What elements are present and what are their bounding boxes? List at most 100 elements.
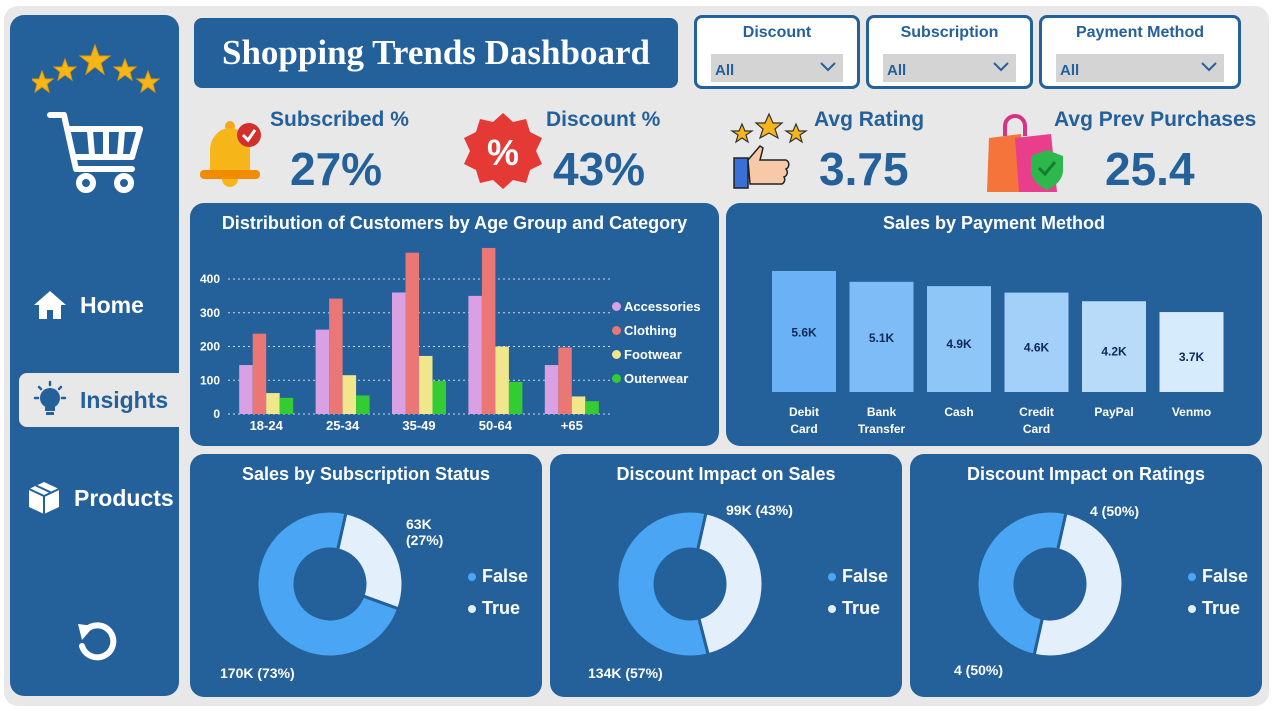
x-tick-label: Cash bbox=[944, 405, 973, 419]
discount-dropdown-value: All bbox=[715, 62, 735, 79]
kpi-prev-purchases-label: Avg Prev Purchases bbox=[1054, 108, 1257, 131]
x-tick-label: 25-34 bbox=[326, 418, 360, 433]
subscription-donut-panel: Sales by Subscription Status 63K (27%) 1… bbox=[190, 454, 542, 697]
percent-badge-icon: % bbox=[464, 113, 542, 189]
legend-false[interactable]: False bbox=[1188, 566, 1248, 587]
data-label: 4.9K bbox=[946, 337, 972, 351]
kpi-subscribed-label: Subscribed % bbox=[270, 108, 409, 131]
bar-accessories[interactable] bbox=[468, 295, 482, 414]
bar-clothing[interactable] bbox=[252, 333, 267, 414]
bar-outerwear[interactable] bbox=[585, 401, 599, 414]
bar-accessories[interactable] bbox=[315, 329, 330, 414]
home-icon bbox=[34, 291, 66, 319]
payment-method-dropdown-value: All bbox=[1060, 62, 1080, 79]
kpi-prev-purchases-value: 25.4 bbox=[1105, 143, 1195, 195]
y-tick-label: 300 bbox=[200, 306, 220, 320]
legend-false[interactable]: False bbox=[828, 566, 888, 587]
payment-method-slicer-label: Payment Method bbox=[1075, 24, 1204, 41]
chevron-down-icon bbox=[820, 62, 836, 72]
bar-footwear[interactable] bbox=[266, 393, 280, 414]
bar-outerwear[interactable] bbox=[279, 397, 294, 414]
bar-outerwear[interactable] bbox=[508, 381, 523, 414]
bar-outerwear[interactable] bbox=[356, 395, 370, 414]
y-tick-label: 200 bbox=[200, 340, 220, 354]
y-tick-label: 0 bbox=[213, 407, 220, 421]
kpi-rating-value: 3.75 bbox=[819, 143, 909, 195]
legend-outerwear[interactable]: Outerwear bbox=[612, 371, 688, 386]
box-icon bbox=[28, 482, 60, 514]
donut-label-true: 99K (43%) bbox=[726, 502, 793, 518]
bar-accessories[interactable] bbox=[239, 365, 253, 414]
data-label: 4.2K bbox=[1101, 345, 1127, 359]
y-tick-label: 100 bbox=[200, 373, 220, 387]
shopping-bag-icon bbox=[987, 114, 1063, 192]
chevron-down-icon bbox=[993, 62, 1009, 72]
legend-true[interactable]: True bbox=[1188, 598, 1240, 619]
discount-ratings-donut-panel: Discount Impact on Ratings 4 (50%) 4 (50… bbox=[910, 454, 1262, 697]
bar-clothing[interactable] bbox=[558, 347, 572, 414]
nav-insights[interactable]: Insights bbox=[19, 373, 179, 427]
y-tick-label: 400 bbox=[200, 272, 220, 286]
payment-method-slicer: Payment Method All bbox=[1039, 15, 1241, 89]
kpi-subscribed-value: 27% bbox=[290, 143, 383, 195]
subscription-slicer-label: Subscription bbox=[900, 24, 999, 41]
legend-clothing[interactable]: Clothing bbox=[612, 323, 677, 338]
nav-products[interactable]: Products bbox=[24, 471, 179, 525]
refresh-icon[interactable] bbox=[72, 618, 120, 666]
subscription-dropdown[interactable]: All bbox=[883, 54, 1016, 82]
payment-method-chart-panel: Sales by Payment Method 5.6K Debit Card 5.1… bbox=[726, 203, 1262, 446]
x-tick-label: 18-24 bbox=[250, 418, 284, 433]
data-label: 5.6K bbox=[791, 326, 817, 340]
age-category-chart-panel: Distribution of Customers by Age Group a… bbox=[190, 203, 719, 446]
x-tick-label: Card bbox=[790, 422, 817, 436]
legend-footwear[interactable]: Footwear bbox=[612, 347, 682, 362]
x-tick-label: Transfer bbox=[858, 422, 906, 436]
bell-icon bbox=[200, 121, 261, 187]
donut-slice-true[interactable] bbox=[335, 510, 405, 611]
bar-footwear[interactable] bbox=[419, 355, 433, 414]
x-tick-label: PayPal bbox=[1094, 405, 1133, 419]
data-label: 3.7K bbox=[1179, 350, 1205, 364]
x-tick-label: 35-49 bbox=[402, 418, 435, 433]
bar-clothing[interactable] bbox=[405, 252, 420, 414]
bar-footwear[interactable] bbox=[342, 375, 357, 414]
donut-label-true: 4 (50%) bbox=[1090, 503, 1140, 519]
discount-slicer: Discount All bbox=[694, 15, 860, 89]
shopping-cart-icon bbox=[47, 112, 143, 193]
donut-label-false: 134K (57%) bbox=[588, 665, 663, 681]
lightbulb-icon bbox=[33, 380, 67, 415]
x-tick-label: Debit bbox=[789, 405, 819, 419]
bar-clothing[interactable] bbox=[481, 247, 496, 414]
nav-products-label: Products bbox=[74, 484, 174, 511]
bar-outerwear[interactable] bbox=[432, 380, 447, 414]
data-label: 4.6K bbox=[1024, 340, 1050, 354]
x-tick-label: Venmo bbox=[1172, 405, 1211, 419]
subscription-slicer: Subscription All bbox=[866, 15, 1033, 89]
kpi-rating-label: Avg Rating bbox=[814, 108, 925, 131]
donut-slice-false[interactable] bbox=[615, 509, 711, 659]
bar-accessories[interactable] bbox=[544, 365, 559, 414]
bar-footwear[interactable] bbox=[495, 346, 509, 415]
x-tick-label: +65 bbox=[561, 418, 583, 433]
discount-sales-donut-panel: Discount Impact on Sales 99K (43%) 134K … bbox=[550, 454, 902, 697]
payment-method-dropdown[interactable]: All bbox=[1056, 54, 1224, 82]
legend-true[interactable]: True bbox=[468, 598, 520, 619]
discount-dropdown[interactable]: All bbox=[711, 54, 843, 82]
donut-label-true: 63K (27%) bbox=[406, 516, 444, 548]
donut-label-false: 4 (50%) bbox=[954, 662, 1004, 678]
legend-true[interactable]: True bbox=[828, 598, 880, 619]
payment-method-chart: 5.6K Debit Card 5.1K Bank Transfer 4.9K Cash 4.6… bbox=[772, 271, 1224, 436]
nav-home[interactable]: Home bbox=[30, 278, 179, 332]
x-tick-label: Bank bbox=[867, 405, 897, 419]
bar-footwear[interactable] bbox=[571, 396, 586, 414]
legend-false[interactable]: False bbox=[468, 566, 528, 587]
donut-slice-true[interactable] bbox=[695, 510, 765, 657]
bar-accessories[interactable] bbox=[392, 292, 406, 415]
rating-stars-logo-icon bbox=[32, 43, 161, 94]
bar-clothing[interactable] bbox=[329, 298, 343, 414]
page-title: Shopping Trends Dashboard bbox=[222, 33, 650, 72]
x-tick-label: Card bbox=[1023, 422, 1050, 436]
sidebar: Home Insights Products bbox=[10, 15, 179, 696]
nav-home-label: Home bbox=[80, 291, 144, 318]
legend-accessories[interactable]: Accessories bbox=[612, 299, 701, 314]
